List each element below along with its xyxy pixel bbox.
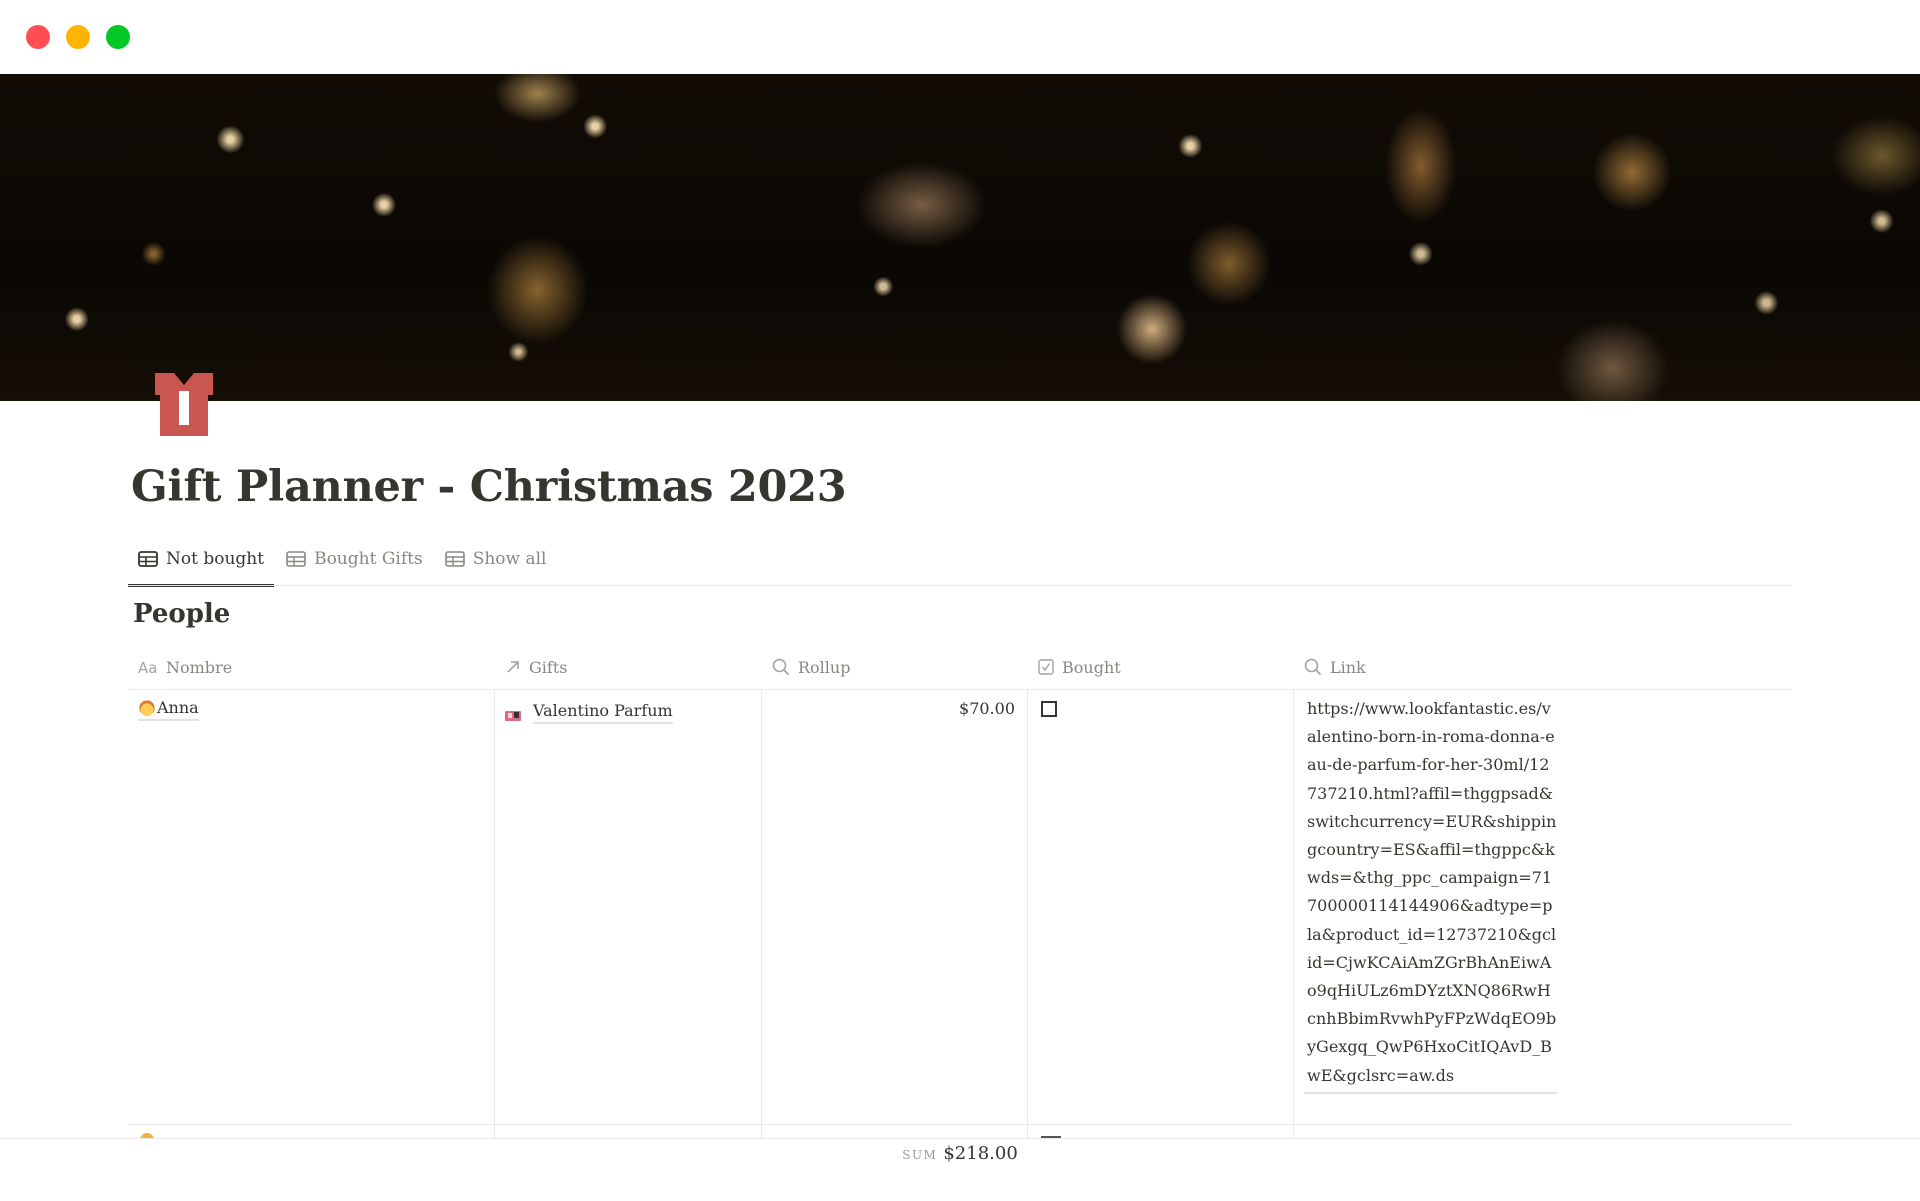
cell-nombre[interactable]: Anna [128, 690, 495, 1124]
gift-relation-link[interactable]: Valentino Parfum [533, 700, 673, 724]
title-aa-icon: Aa [138, 660, 158, 674]
woman-red-hair-emoji-icon [138, 699, 156, 717]
minimize-window-button[interactable] [66, 25, 90, 49]
cell-bought [1028, 1125, 1294, 1139]
tab-label: Bought Gifts [314, 549, 423, 569]
gift-icon[interactable] [145, 355, 223, 437]
close-window-button[interactable] [26, 25, 50, 49]
people-table: Aa Nombre Gifts Rollup Bought Link Anna [128, 645, 1792, 1140]
tab-label: Show all [472, 549, 547, 569]
window-titlebar [0, 0, 1920, 74]
cell-bought [1028, 690, 1294, 1124]
cell-link: https://www.lookfantastic.es/valentino-b… [1294, 690, 1792, 1124]
maximize-window-button[interactable] [106, 25, 130, 49]
column-header-bought[interactable]: Bought [1028, 645, 1294, 689]
svg-text:Aa: Aa [138, 660, 157, 674]
column-label: Gifts [529, 657, 568, 677]
column-header-gifts[interactable]: Gifts [495, 645, 762, 689]
cell-nombre[interactable] [128, 1125, 495, 1139]
search-icon [1304, 658, 1322, 676]
sum-value: $218.00 [943, 1143, 1018, 1164]
perfume-icon [505, 711, 521, 721]
page-title: Gift Planner - Christmas 2023 [131, 462, 847, 512]
cell-rollup [762, 1125, 1028, 1139]
column-label: Rollup [798, 657, 851, 677]
tab-label: Not bought [166, 549, 265, 569]
table-icon [286, 551, 306, 567]
cell-gifts[interactable]: Valentino Parfum [495, 690, 762, 1124]
search-icon [772, 658, 790, 676]
tab-bought-gifts[interactable]: Bought Gifts [276, 540, 433, 578]
tabs-divider [128, 585, 1792, 586]
table-header: Aa Nombre Gifts Rollup Bought Link [128, 645, 1792, 690]
cell-rollup: $70.00 [762, 690, 1028, 1124]
cell-link [1294, 1125, 1792, 1139]
sum-label: SUM [902, 1148, 938, 1162]
column-header-nombre[interactable]: Aa Nombre [128, 645, 495, 689]
person-name-link[interactable]: Anna [138, 697, 199, 721]
bought-checkbox[interactable] [1041, 701, 1057, 717]
cover-image[interactable] [0, 74, 1920, 401]
table-row: Anna Valentino Parfum $70.00 https://www… [128, 690, 1792, 1125]
column-header-link[interactable]: Link [1294, 645, 1792, 689]
tab-show-all[interactable]: Show all [435, 540, 557, 578]
table-icon [138, 551, 158, 567]
rollup-sum[interactable]: SUM $218.00 [0, 1143, 1920, 1164]
column-label: Bought [1062, 657, 1121, 677]
column-label: Link [1330, 657, 1366, 677]
view-tabs: Not bought Bought Gifts Show all [128, 540, 558, 587]
column-header-rollup[interactable]: Rollup [762, 645, 1028, 689]
rollup-value: $70.00 [959, 699, 1015, 718]
checkbox-icon [1038, 659, 1054, 675]
tab-not-bought[interactable]: Not bought [128, 540, 275, 587]
product-url-link[interactable]: https://www.lookfantastic.es/valentino-b… [1304, 695, 1557, 1094]
column-label: Nombre [166, 657, 233, 677]
table-icon [444, 551, 465, 567]
database-title[interactable]: People [133, 599, 230, 629]
relation-arrow-icon [505, 659, 521, 675]
cell-gifts[interactable] [495, 1125, 762, 1139]
person-name: Anna [157, 698, 199, 717]
